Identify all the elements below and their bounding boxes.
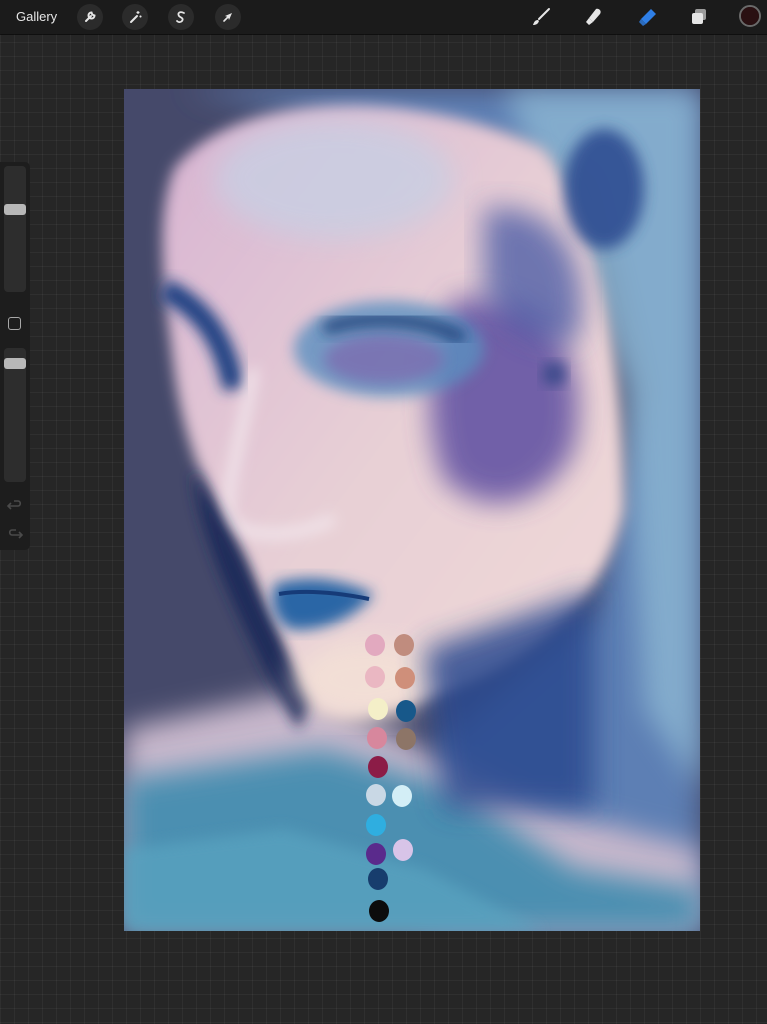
magic-wand-icon [130, 11, 142, 23]
portrait-painting [124, 89, 700, 931]
current-color-swatch [741, 7, 759, 25]
palette-swatch [366, 843, 386, 865]
palette-swatch [368, 698, 388, 720]
palette-swatch [394, 634, 414, 656]
palette-swatch [393, 839, 413, 861]
transform-button[interactable] [215, 4, 241, 30]
palette-swatch [395, 667, 415, 689]
left-sidebar [0, 162, 30, 550]
brush-tool-button[interactable] [527, 4, 555, 30]
eraser-tool-button[interactable] [633, 4, 661, 30]
modify-button[interactable] [8, 317, 21, 330]
redo-arrow-icon[interactable] [6, 526, 24, 542]
selection-button[interactable] [168, 4, 194, 30]
smudge-icon [586, 8, 601, 25]
layers-button[interactable] [685, 4, 713, 30]
color-picker-button[interactable] [739, 5, 761, 27]
palette-swatch [368, 868, 388, 890]
arrow-cursor-icon [223, 13, 232, 22]
layers-icon [692, 9, 706, 24]
palette-swatch [368, 756, 388, 778]
gallery-button[interactable]: Gallery [16, 9, 57, 24]
top-toolbar: Gallery [0, 0, 767, 34]
drawing-canvas[interactable] [124, 89, 700, 931]
smudge-tool-button[interactable] [580, 4, 608, 30]
palette-swatch [367, 727, 387, 749]
palette-swatch [366, 814, 386, 836]
palette-swatch [396, 700, 416, 722]
palette-swatch [396, 728, 416, 750]
wrench-icon [85, 11, 96, 22]
palette-swatch [369, 900, 389, 922]
brush-icon [533, 8, 550, 25]
selection-s-icon [176, 11, 185, 24]
palette-swatch [392, 785, 412, 807]
palette-swatch [366, 784, 386, 806]
brush-size-slider[interactable] [4, 166, 26, 292]
palette-swatch [365, 666, 385, 688]
undo-arrow-icon[interactable] [6, 497, 24, 513]
brush-size-slider-thumb[interactable] [4, 204, 26, 215]
opacity-slider-thumb[interactable] [4, 358, 26, 369]
palette-swatch [365, 634, 385, 656]
actions-button[interactable] [77, 4, 103, 30]
eraser-icon [639, 9, 656, 26]
adjustments-button[interactable] [122, 4, 148, 30]
